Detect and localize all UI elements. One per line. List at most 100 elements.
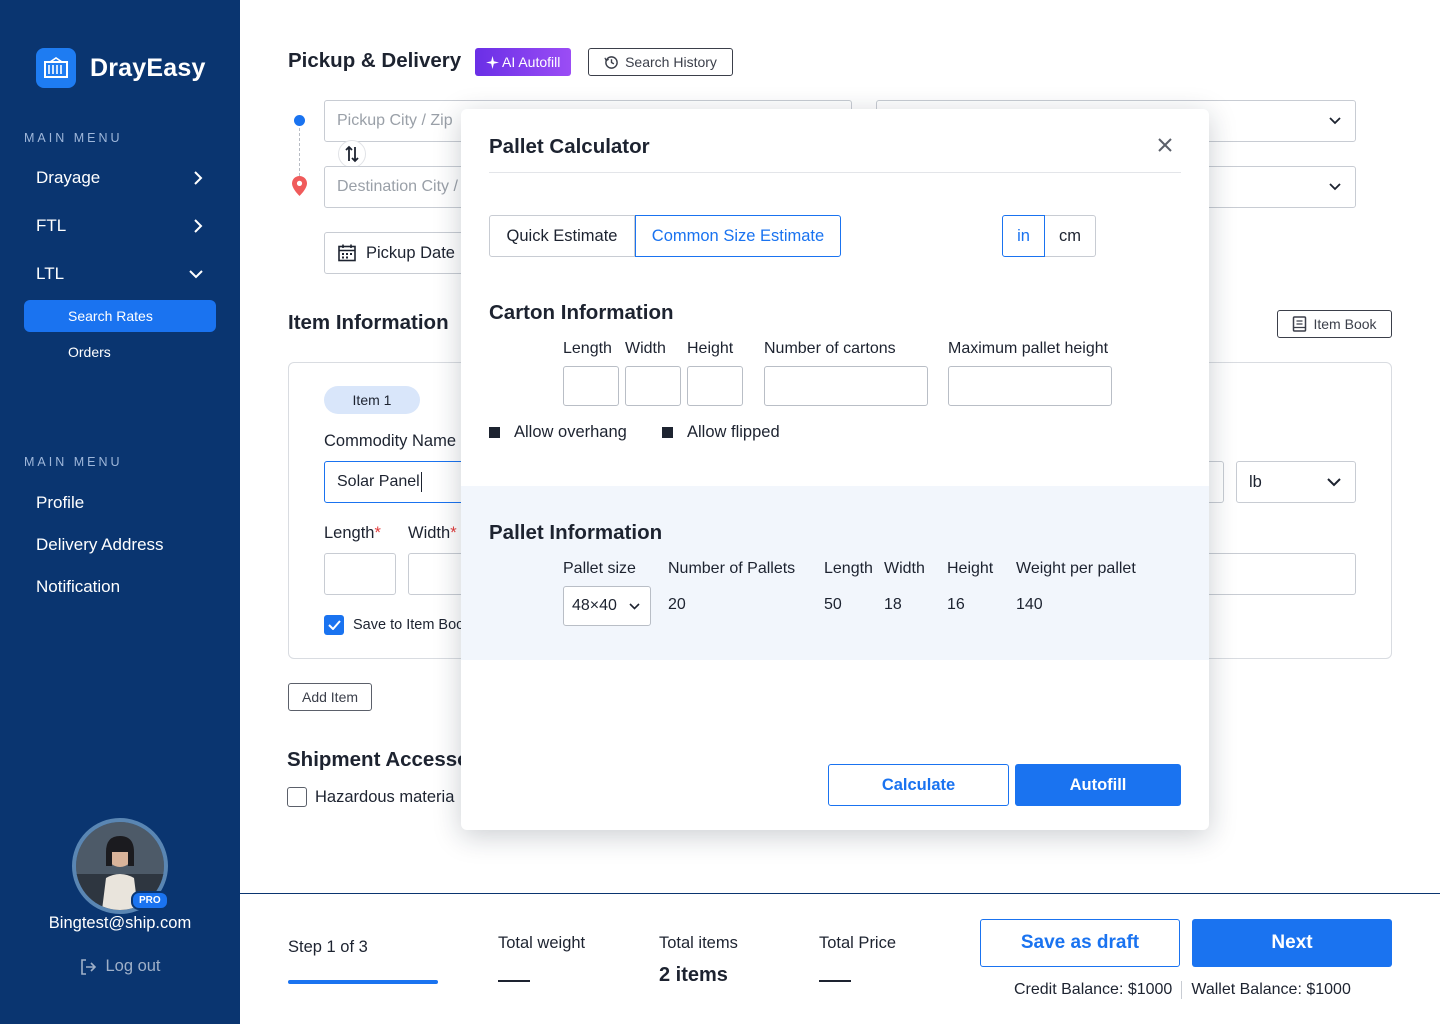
step-indicator: Step 1 of 3 <box>288 938 368 956</box>
allow-overhang-label: Allow overhang <box>514 423 627 441</box>
step-progress-bar <box>288 980 438 984</box>
nav-drayage[interactable]: Drayage <box>36 168 204 188</box>
nav-orders[interactable]: Orders <box>24 336 216 368</box>
nav-ftl[interactable]: FTL <box>36 216 204 236</box>
wallet-balance: Wallet Balance: $1000 <box>1191 981 1351 998</box>
user-email: Bingtest@ship.com <box>48 914 192 932</box>
tab-common-size-estimate[interactable]: Common Size Estimate <box>635 215 841 257</box>
close-icon[interactable] <box>1157 137 1173 153</box>
pallet-length-value: 50 <box>824 596 842 613</box>
pallet-weight-header: Weight per pallet <box>1016 560 1136 577</box>
container-icon <box>36 48 76 88</box>
pallet-count-header: Number of Pallets <box>668 560 796 577</box>
credit-balance: Credit Balance: $1000 <box>1014 981 1173 998</box>
total-price-label: Total Price <box>819 934 897 952</box>
carton-information-title: Carton Information <box>489 301 674 324</box>
pallet-size-value: 48×40 <box>572 597 617 614</box>
nav-profile[interactable]: Profile <box>36 493 204 513</box>
carton-count-input[interactable] <box>764 366 928 406</box>
main-menu-heading-2: MAIN MENU <box>24 455 123 469</box>
length-input[interactable] <box>324 553 396 595</box>
carton-length-input[interactable] <box>563 366 619 406</box>
tab-quick-estimate[interactable]: Quick Estimate <box>489 215 635 257</box>
nav-drayage-label: Drayage <box>36 168 101 187</box>
nav-search-rates[interactable]: Search Rates <box>24 300 216 332</box>
item-information-title: Item Information <box>288 311 449 334</box>
chevron-down-icon <box>1329 183 1341 191</box>
tab-item-1[interactable]: Item 1 <box>324 386 420 414</box>
required-mark: * <box>374 524 381 542</box>
nav-ltl[interactable]: LTL <box>36 264 204 284</box>
chevron-down-icon <box>1327 477 1341 486</box>
width-input[interactable] <box>408 553 468 595</box>
add-item-button[interactable]: Add Item <box>288 683 372 711</box>
location-pin-icon <box>292 176 307 196</box>
logout-icon <box>81 958 97 975</box>
estimate-mode-toggle: Quick Estimate Common Size Estimate <box>489 215 841 257</box>
brand-logo[interactable]: DrayEasy <box>36 48 206 88</box>
total-items-label: Total items <box>659 934 738 952</box>
carton-width-input[interactable] <box>625 366 681 406</box>
checkbox-square-icon <box>489 427 500 438</box>
modal-title: Pallet Calculator <box>489 135 650 158</box>
total-weight-label: Total weight <box>498 934 586 952</box>
commodity-name-label: Commodity Name <box>324 432 457 450</box>
total-weight-empty <box>498 980 530 982</box>
pallet-height-header: Height <box>947 560 994 577</box>
pickup-marker-icon <box>294 115 305 126</box>
calculate-button[interactable]: Calculate <box>828 764 1009 806</box>
width-label-text: Width <box>408 524 451 542</box>
checkbox-square-icon <box>662 427 673 438</box>
chevron-down-icon <box>189 270 203 279</box>
divider <box>1181 981 1183 999</box>
pallet-size-select[interactable]: 48×40 <box>563 586 651 626</box>
carton-height-input[interactable] <box>687 366 743 406</box>
hazardous-materials-checkbox[interactable]: Hazardous materia <box>287 787 454 807</box>
pallet-count-value: 20 <box>668 596 686 613</box>
checkbox-checked-icon <box>324 615 344 635</box>
dimension-extra-input[interactable] <box>1200 553 1356 595</box>
calendar-icon <box>338 244 356 262</box>
allow-overhang-toggle[interactable]: Allow overhang <box>489 423 627 442</box>
total-price-empty <box>819 980 851 982</box>
shipment-accessorials-title: Shipment Accesso <box>287 748 470 771</box>
required-mark: * <box>450 524 457 542</box>
carton-height-label: Height <box>687 340 734 357</box>
swap-locations-button[interactable] <box>338 140 366 168</box>
checkbox-unchecked-icon <box>287 787 307 807</box>
save-to-item-book-checkbox[interactable]: Save to Item Boo <box>324 615 464 635</box>
chevron-right-icon <box>194 219 203 233</box>
pallet-weight-value: 140 <box>1016 596 1043 613</box>
carton-width-label: Width <box>625 340 666 357</box>
pickup-date-button[interactable]: Pickup Date <box>324 232 484 274</box>
weight-unit-value: lb <box>1249 472 1262 491</box>
logout-button[interactable]: Log out <box>0 957 240 976</box>
chevron-down-icon <box>629 602 640 610</box>
allow-flipped-toggle[interactable]: Allow flipped <box>662 423 780 442</box>
next-button[interactable]: Next <box>1192 919 1392 967</box>
unit-cm[interactable]: cm <box>1045 215 1096 257</box>
autofill-button[interactable]: Autofill <box>1015 764 1181 806</box>
nav-notification[interactable]: Notification <box>36 577 204 597</box>
save-to-item-book-label: Save to Item Boo <box>353 617 465 633</box>
unit-in[interactable]: in <box>1002 215 1045 257</box>
search-history-label: Search History <box>625 54 717 70</box>
nav-delivery-address[interactable]: Delivery Address <box>36 535 204 555</box>
weight-unit-select[interactable]: lb <box>1236 461 1356 503</box>
max-pallet-height-input[interactable] <box>948 366 1112 406</box>
search-history-button[interactable]: Search History <box>588 48 733 76</box>
logout-label: Log out <box>105 957 161 975</box>
ai-autofill-button[interactable]: AI Autofill <box>475 48 572 76</box>
commodity-name-value: Solar Panel <box>337 473 420 490</box>
save-as-draft-button[interactable]: Save as draft <box>980 919 1180 967</box>
item-book-button[interactable]: Item Book <box>1277 310 1392 338</box>
pallet-height-value: 16 <box>947 596 965 613</box>
pickup-delivery-title: Pickup & Delivery <box>288 49 462 72</box>
pallet-calculator-modal: Pallet Calculator Quick Estimate Common … <box>461 109 1209 830</box>
unit-toggle: in cm <box>1002 215 1096 257</box>
pallet-width-value: 18 <box>884 596 902 613</box>
length-label-text: Length <box>324 524 375 542</box>
brand-name: DrayEasy <box>90 53 206 82</box>
pallet-information-title: Pallet Information <box>489 521 663 544</box>
balances: Credit Balance: $1000 Wallet Balance: $1… <box>1014 981 1351 999</box>
